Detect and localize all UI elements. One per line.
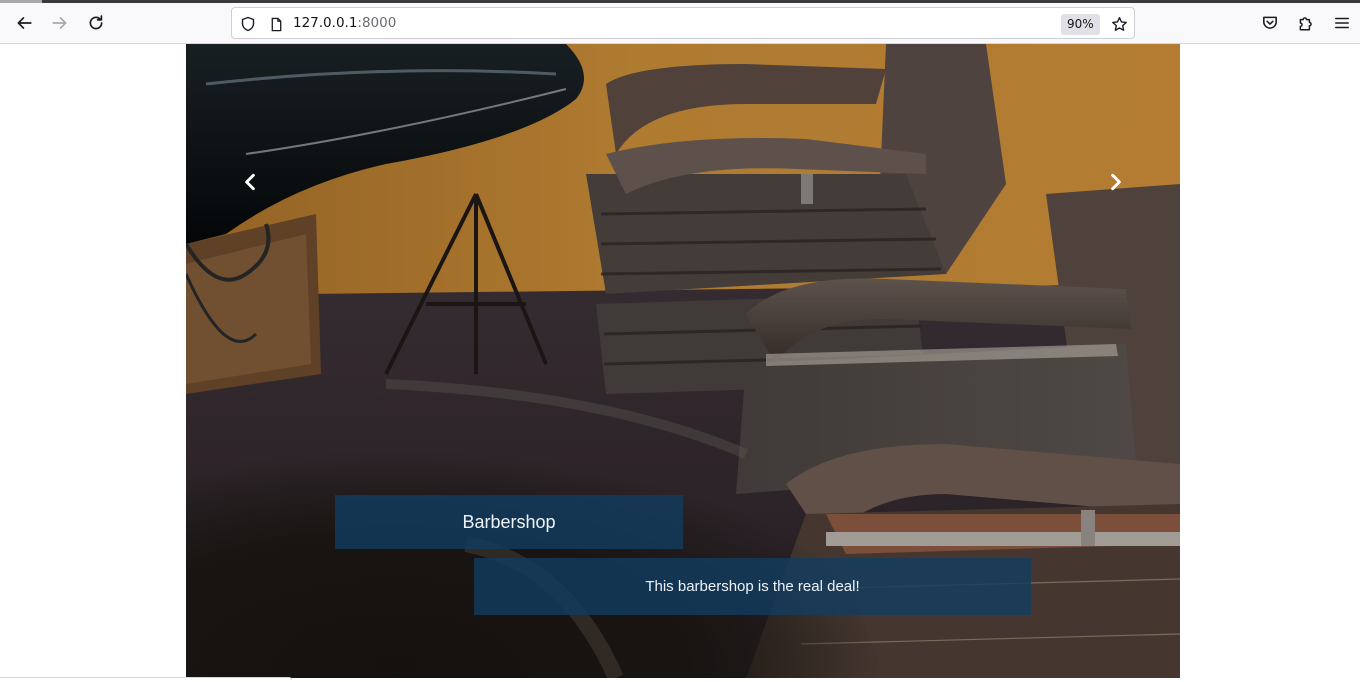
carousel-prev-button[interactable] <box>230 162 270 202</box>
puzzle-icon <box>1299 17 1312 31</box>
page-content: Barbershop This barbershop is the real d… <box>0 44 1360 682</box>
page-icon[interactable] <box>266 14 286 34</box>
back-button[interactable] <box>10 9 38 37</box>
shield-icon[interactable] <box>238 14 258 34</box>
extensions-button[interactable] <box>1292 9 1320 37</box>
chevron-left-icon <box>245 173 255 191</box>
url-text[interactable]: 127.0.0.1:8000 <box>293 15 396 31</box>
chevron-right-icon <box>1111 173 1121 191</box>
reload-icon <box>89 15 103 30</box>
reload-button[interactable] <box>82 9 110 37</box>
url-host: 127.0.0.1 <box>293 15 358 31</box>
status-panel-edge <box>0 677 292 680</box>
app-menu-button[interactable] <box>1328 9 1356 37</box>
zoom-level-badge[interactable]: 90% <box>1061 14 1100 35</box>
pocket-button[interactable] <box>1256 9 1284 37</box>
slide-caption: This barbershop is the real deal! <box>474 558 1031 615</box>
browser-toolbar: 127.0.0.1:8000 90% <box>0 3 1360 44</box>
carousel-next-button[interactable] <box>1096 162 1136 202</box>
url-port: :8000 <box>357 15 397 31</box>
hamburger-icon <box>1335 17 1349 29</box>
star-icon[interactable] <box>1108 13 1130 35</box>
slide-title: Barbershop <box>335 495 683 549</box>
pocket-icon <box>1263 16 1277 29</box>
forward-button[interactable] <box>46 9 74 37</box>
address-bar[interactable]: 127.0.0.1:8000 90% <box>231 7 1135 39</box>
arrow-right-icon <box>52 17 67 29</box>
arrow-left-icon <box>17 17 32 29</box>
image-carousel: Barbershop This barbershop is the real d… <box>186 44 1180 678</box>
